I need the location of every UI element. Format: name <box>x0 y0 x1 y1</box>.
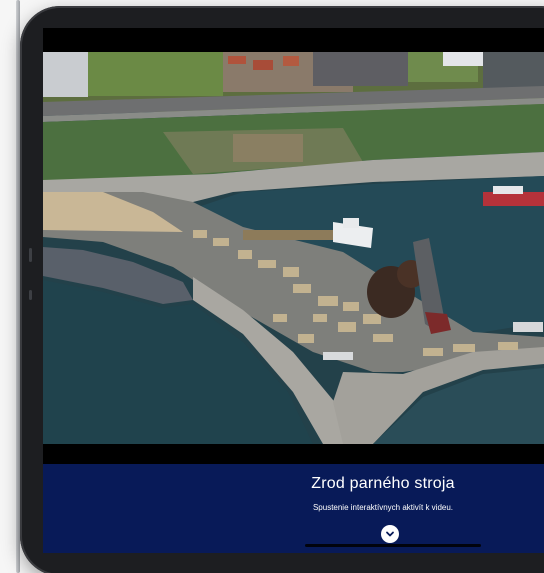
expand-activities-button[interactable] <box>381 525 399 543</box>
video-subtitle: Spustenie interaktívnych aktivít k videu… <box>312 503 454 512</box>
device-side-button <box>29 290 32 300</box>
home-indicator[interactable] <box>305 544 481 547</box>
aerial-harbor-video-frame <box>43 52 544 444</box>
video-info-panel: Zrod parného stroja Spustenie interaktív… <box>43 464 544 553</box>
app-viewport: Zrod parného stroja Spustenie interaktív… <box>0 0 544 573</box>
tablet-screen: Zrod parného stroja Spustenie interaktív… <box>43 28 544 553</box>
video-title: Zrod parného stroja <box>311 475 455 492</box>
device-side-button <box>29 248 32 262</box>
video-letterbox <box>43 444 544 464</box>
video-player[interactable] <box>43 52 544 444</box>
chevron-down-icon <box>386 531 394 537</box>
